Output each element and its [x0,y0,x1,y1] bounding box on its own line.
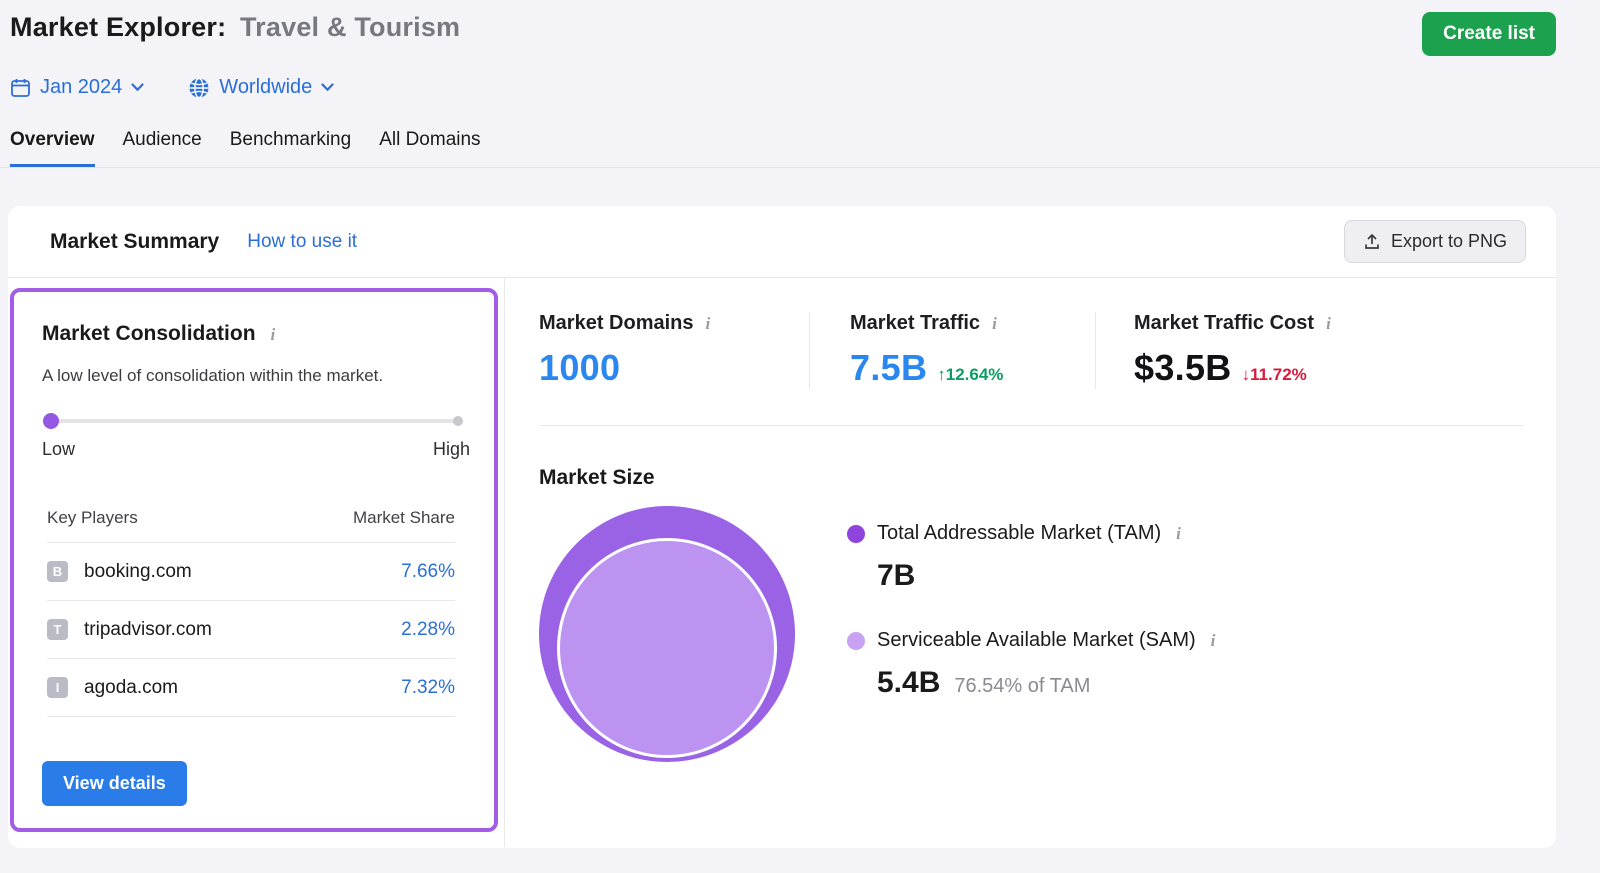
slider-scale-labels: Low High [42,439,470,460]
table-header: Key Players Market Share [47,500,455,543]
chevron-down-icon [321,83,334,92]
page-title: Market Explorer: Travel & Tourism [10,12,460,43]
card-header: Market Summary How to use it Export to P… [8,206,1556,278]
date-selector-label: Jan 2024 [40,76,122,99]
metric-label: Market Domains [539,312,694,335]
slider-track [47,419,460,423]
tam-value: 7B [877,559,1218,593]
scale-low-label: Low [42,439,75,460]
metric-label: Market Traffic Cost [1134,312,1314,335]
site-favicon: T [47,619,68,640]
consolidation-description: A low level of consolidation within the … [42,366,470,386]
how-to-use-link[interactable]: How to use it [247,231,357,253]
page-title-prefix: Market Explorer: [10,12,226,42]
page-header: Market Explorer: Travel & Tourism Create… [0,0,1600,56]
table-row[interactable]: B booking.com 7.66% [47,543,455,601]
tab-overview[interactable]: Overview [10,123,95,167]
info-icon[interactable]: i [268,325,279,345]
filters-row: Jan 2024 Worldwide [0,56,1600,99]
table-row[interactable]: I agoda.com 7.32% [47,659,455,717]
metrics-row: Market Domains i 1000 Market Traffic i [539,312,1524,389]
market-consolidation-panel: Market Consolidation i A low level of co… [8,278,505,847]
metric-value: $3.5B [1134,347,1232,389]
domain-label: agoda.com [84,677,178,699]
site-favicon: B [47,561,68,582]
create-list-button[interactable]: Create list [1422,12,1556,56]
info-icon[interactable]: i [1323,314,1334,334]
region-selector-label: Worldwide [219,76,312,99]
page-title-market: Travel & Tourism [240,12,460,42]
export-icon [1363,233,1381,251]
tab-audience[interactable]: Audience [123,123,202,167]
column-market-share: Market Share [353,508,455,528]
legend-item-sam: Serviceable Available Market (SAM) i 5.4… [847,629,1218,700]
market-size-chart: Total Addressable Market (TAM) i 7B Serv… [539,506,1524,794]
region-selector[interactable]: Worldwide [188,76,334,99]
site-favicon: I [47,677,68,698]
sam-value: 5.4B [877,666,940,700]
metric-change-negative: ↓11.72% [1242,365,1307,385]
date-selector[interactable]: Jan 2024 [10,76,144,99]
nested-circles-chart [539,506,795,794]
market-summary-card: Market Summary How to use it Export to P… [8,206,1556,848]
info-icon[interactable]: i [1173,524,1184,544]
market-share-value: 7.32% [401,677,455,699]
legend-item-tam: Total Addressable Market (TAM) i 7B [847,522,1218,593]
sam-percent-note: 76.54% of TAM [954,675,1090,698]
globe-icon [188,77,210,99]
card-title: Market Summary [50,230,219,254]
metric-market-traffic: Market Traffic i 7.5B ↑12.64% [810,312,1095,389]
column-key-players: Key Players [47,508,138,528]
domain-label: tripadvisor.com [84,619,212,641]
consolidation-slider[interactable] [47,413,460,429]
market-size-legend: Total Addressable Market (TAM) i 7B Serv… [847,522,1218,794]
metric-label: Market Traffic [850,312,980,335]
info-icon[interactable]: i [1208,631,1219,651]
export-to-png-button[interactable]: Export to PNG [1344,220,1526,263]
domain-label: booking.com [84,561,192,583]
market-share-value: 7.66% [401,561,455,583]
info-icon[interactable]: i [703,314,714,334]
scale-high-label: High [433,439,470,460]
key-players-table: Key Players Market Share B booking.com 7… [47,500,455,717]
sam-circle[interactable] [557,538,777,758]
export-button-label: Export to PNG [1391,231,1507,252]
tab-all-domains[interactable]: All Domains [379,123,480,167]
tab-bar: Overview Audience Benchmarking All Domai… [0,123,1600,168]
metric-change-positive: ↑12.64% [937,365,1003,385]
tam-legend-dot [847,525,865,543]
metric-value[interactable]: 1000 [539,347,620,389]
market-share-value: 2.28% [401,619,455,641]
card-body: Market Consolidation i A low level of co… [8,278,1556,847]
metric-market-domains: Market Domains i 1000 [539,312,809,389]
table-row[interactable]: T tripadvisor.com 2.28% [47,601,455,659]
slider-end-dot [453,416,463,426]
market-summary-right-panel: Market Domains i 1000 Market Traffic i [505,278,1556,847]
sam-legend-dot [847,632,865,650]
tam-label: Total Addressable Market (TAM) [877,522,1161,545]
market-size-title: Market Size [539,466,1524,490]
tab-benchmarking[interactable]: Benchmarking [230,123,351,167]
consolidation-title: Market Consolidation [42,322,256,346]
metric-market-traffic-cost: Market Traffic Cost i $3.5B ↓11.72% [1096,312,1524,389]
chevron-down-icon [131,83,144,92]
slider-thumb [43,413,59,429]
section-divider [539,425,1524,426]
metric-value[interactable]: 7.5B [850,347,927,389]
view-details-button[interactable]: View details [42,761,187,806]
sam-label: Serviceable Available Market (SAM) [877,629,1196,652]
market-explorer-page: Market Explorer: Travel & Tourism Create… [0,0,1600,848]
info-icon[interactable]: i [989,314,1000,334]
calendar-icon [10,77,31,98]
